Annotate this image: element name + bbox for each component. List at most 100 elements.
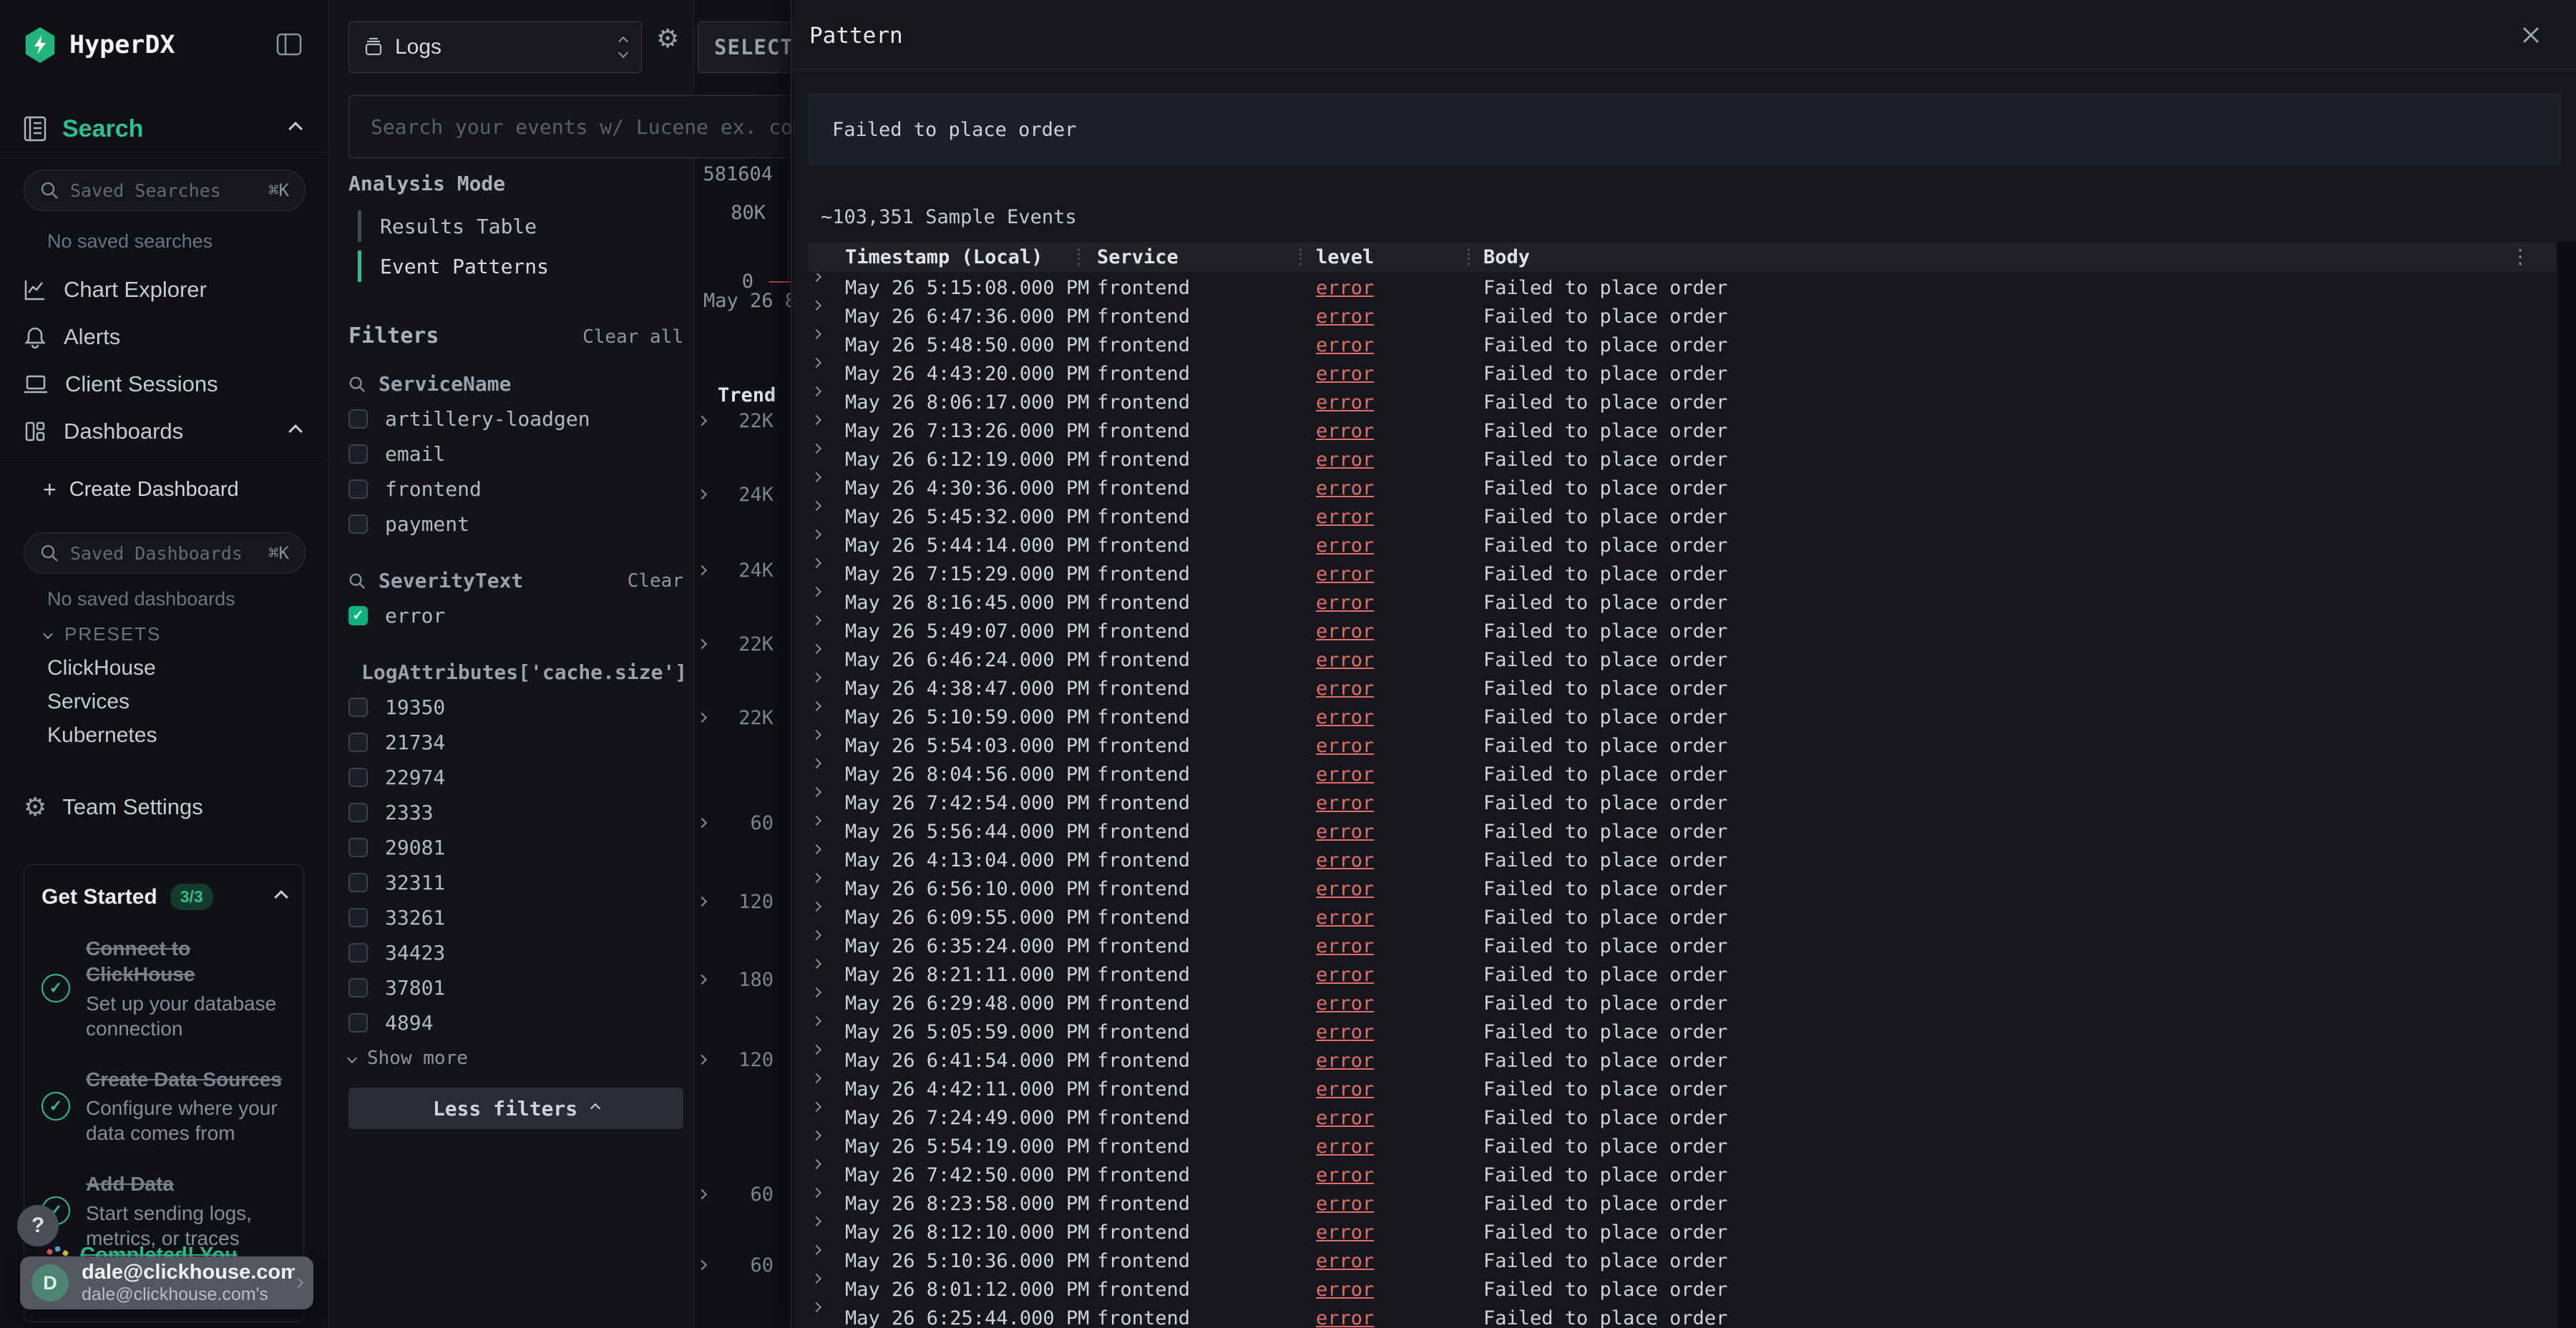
table-row[interactable]: May 26 7:13:26.000 PM frontend error Fai…: [791, 416, 2557, 445]
sidebar-item-alerts[interactable]: Alerts: [24, 313, 305, 361]
table-row[interactable]: May 26 5:10:59.000 PM frontend error Fai…: [791, 703, 2557, 731]
table-row[interactable]: May 26 7:24:49.000 PM frontend error Fai…: [791, 1103, 2557, 1132]
scrollbar[interactable]: [2557, 242, 2576, 1328]
checkbox[interactable]: [348, 514, 368, 534]
table-row[interactable]: May 26 8:06:17.000 PM frontend error Fai…: [791, 388, 2557, 416]
sidebar-item-preset-clickhouse[interactable]: ClickHouse: [47, 651, 157, 685]
table-row[interactable]: May 26 5:15:08.000 PM frontend error Fai…: [791, 273, 2557, 302]
checkbox[interactable]: [348, 479, 368, 499]
presets-toggle[interactable]: PRESETS: [44, 620, 161, 648]
checkbox[interactable]: [348, 409, 368, 429]
source-settings-button[interactable]: ⚙: [656, 26, 679, 52]
table-row[interactable]: May 26 8:12:10.000 PM frontend error Fai…: [791, 1218, 2557, 1246]
chevron-up-icon[interactable]: [288, 424, 303, 439]
trend-row[interactable]: 60: [694, 1254, 791, 1276]
filter-option[interactable]: 32311: [348, 865, 683, 900]
col-service[interactable]: Service: [1097, 242, 1179, 272]
table-row[interactable]: May 26 7:15:29.000 PM frontend error Fai…: [791, 560, 2557, 588]
table-row[interactable]: May 26 5:49:07.000 PM frontend error Fai…: [791, 617, 2557, 645]
trend-row[interactable]: 120: [694, 890, 791, 913]
kebab-menu-icon[interactable]: ⋮: [2510, 245, 2530, 268]
filter-option[interactable]: artillery-loadgen: [348, 401, 683, 436]
analysis-mode-event-patterns[interactable]: Event Patterns: [358, 246, 673, 286]
filter-option[interactable]: email: [348, 436, 683, 472]
clear-all-button[interactable]: Clear all: [582, 326, 683, 348]
checkbox[interactable]: [348, 908, 368, 927]
table-row[interactable]: May 26 7:42:54.000 PM frontend error Fai…: [791, 788, 2557, 817]
table-row[interactable]: May 26 8:04:56.000 PM frontend error Fai…: [791, 760, 2557, 788]
filter-option[interactable]: 33261: [348, 900, 683, 935]
column-separator[interactable]: [1078, 248, 1080, 265]
trend-row[interactable]: 24K: [694, 483, 791, 506]
checkbox[interactable]: [348, 698, 368, 717]
checkbox[interactable]: [348, 978, 368, 997]
source-select[interactable]: Logs: [348, 21, 642, 73]
trend-row[interactable]: 60: [694, 1183, 791, 1206]
table-row[interactable]: May 26 4:43:20.000 PM frontend error Fai…: [791, 359, 2557, 388]
close-icon[interactable]: [2517, 21, 2545, 49]
sidebar-item-search[interactable]: Search: [24, 107, 305, 150]
trend-row[interactable]: 24K: [694, 559, 791, 582]
table-row[interactable]: May 26 5:05:59.000 PM frontend error Fai…: [791, 1017, 2557, 1046]
column-separator[interactable]: [1299, 248, 1302, 265]
table-row[interactable]: May 26 6:41:54.000 PM frontend error Fai…: [791, 1046, 2557, 1075]
checkbox[interactable]: [348, 803, 368, 822]
less-filters-button[interactable]: Less filters: [348, 1088, 683, 1129]
table-row[interactable]: May 26 6:25:44.000 PM frontend error Fai…: [791, 1304, 2557, 1328]
trend-row[interactable]: 22K: [694, 409, 791, 432]
table-row[interactable]: May 26 5:54:03.000 PM frontend error Fai…: [791, 731, 2557, 760]
filter-option[interactable]: frontend: [348, 472, 683, 507]
table-row[interactable]: May 26 5:44:14.000 PM frontend error Fai…: [791, 531, 2557, 560]
col-timestamp[interactable]: Timestamp (Local): [845, 242, 1043, 272]
filter-option[interactable]: 21734: [348, 725, 683, 760]
sidebar-item-preset-kubernetes[interactable]: Kubernetes: [47, 718, 157, 752]
sidebar-item-team-settings[interactable]: ⚙ Team Settings: [24, 791, 203, 824]
filter-option[interactable]: 19350: [348, 690, 683, 725]
table-row[interactable]: May 26 8:01:12.000 PM frontend error Fai…: [791, 1275, 2557, 1304]
collapse-sidebar-icon[interactable]: [275, 30, 303, 59]
table-row[interactable]: May 26 8:23:58.000 PM frontend error Fai…: [791, 1189, 2557, 1218]
trend-row[interactable]: 120: [694, 1048, 791, 1071]
table-row[interactable]: May 26 5:54:19.000 PM frontend error Fai…: [791, 1132, 2557, 1161]
table-row[interactable]: May 26 8:21:11.000 PM frontend error Fai…: [791, 960, 2557, 989]
trend-row[interactable]: 180: [694, 968, 791, 991]
checkbox[interactable]: [348, 768, 368, 787]
table-row[interactable]: May 26 7:42:50.000 PM frontend error Fai…: [791, 1161, 2557, 1189]
col-body[interactable]: Body: [1483, 242, 1530, 272]
sidebar-item-chart-explorer[interactable]: Chart Explorer: [24, 266, 305, 313]
get-started-item[interactable]: ✓ Add Data Start sending logs,metrics, o…: [42, 1171, 286, 1250]
table-row[interactable]: May 26 6:29:48.000 PM frontend error Fai…: [791, 989, 2557, 1017]
trend-row[interactable]: 22K: [694, 633, 791, 655]
checkbox[interactable]: [348, 733, 368, 752]
trend-row[interactable]: 22K: [694, 706, 791, 729]
get-started-item[interactable]: ✓ Connect toClickHouse Set up your datab…: [42, 936, 286, 1041]
create-dashboard-button[interactable]: + Create Dashboard: [43, 474, 239, 505]
table-row[interactable]: May 26 4:42:11.000 PM frontend error Fai…: [791, 1075, 2557, 1103]
column-separator[interactable]: [1468, 248, 1470, 265]
table-row[interactable]: May 26 6:09:55.000 PM frontend error Fai…: [791, 903, 2557, 932]
sidebar-item-client-sessions[interactable]: Client Sessions: [24, 361, 305, 408]
filter-option[interactable]: 29081: [348, 830, 683, 865]
table-row[interactable]: May 26 5:10:36.000 PM frontend error Fai…: [791, 1246, 2557, 1275]
sidebar-item-dashboards[interactable]: Dashboards: [24, 408, 305, 455]
table-row[interactable]: May 26 4:30:36.000 PM frontend error Fai…: [791, 474, 2557, 502]
help-button[interactable]: ?: [17, 1205, 59, 1246]
chevron-up-icon[interactable]: [274, 890, 288, 904]
chevron-up-icon[interactable]: [288, 122, 303, 136]
saved-searches-input[interactable]: Saved Searches ⌘K: [24, 170, 306, 211]
event-search-input[interactable]: Search your events w/ Lucene ex. colu: [348, 95, 806, 158]
saved-dashboards-input[interactable]: Saved Dashboards ⌘K: [24, 532, 306, 574]
get-started-header[interactable]: Get Started 3/3: [42, 884, 286, 910]
checkbox[interactable]: [348, 873, 368, 892]
filter-group-clear-button[interactable]: Clear: [628, 570, 683, 592]
table-row[interactable]: May 26 5:56:44.000 PM frontend error Fai…: [791, 817, 2557, 846]
filter-option[interactable]: 4894: [348, 1005, 683, 1040]
checkbox[interactable]: [348, 943, 368, 962]
filter-option[interactable]: payment: [348, 507, 683, 542]
checkbox[interactable]: ✓: [348, 606, 368, 625]
table-row[interactable]: May 26 5:48:50.000 PM frontend error Fai…: [791, 331, 2557, 359]
checkbox[interactable]: [348, 1013, 368, 1032]
filter-option[interactable]: 22974: [348, 760, 683, 795]
checkbox[interactable]: [348, 444, 368, 464]
trend-row[interactable]: 60: [694, 811, 791, 834]
